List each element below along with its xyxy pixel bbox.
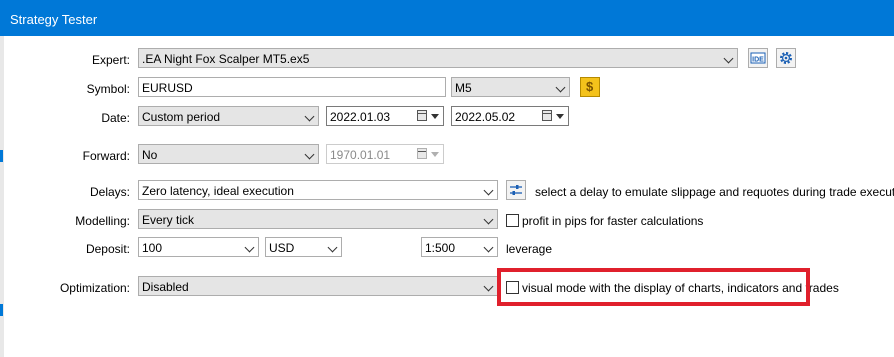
forward-date-value: 1970.01.01: [330, 148, 391, 162]
dropdown-arrow-icon: [431, 152, 439, 157]
dropdown-arrow-icon: [431, 114, 439, 119]
delays-value: Zero latency, ideal execution: [142, 184, 294, 198]
chevron-down-icon: [244, 242, 255, 253]
symbol-value: EURUSD: [142, 81, 193, 95]
delays-select[interactable]: Zero latency, ideal execution: [138, 180, 498, 200]
currency-value: USD: [269, 241, 295, 255]
optimization-value: Disabled: [142, 280, 189, 294]
modelling-select[interactable]: Every tick: [138, 209, 498, 229]
deposit-amount-select[interactable]: 100: [138, 237, 259, 257]
chevron-down-icon: [483, 214, 494, 225]
modelling-label: Modelling:: [75, 214, 130, 228]
sliders-icon: [510, 185, 522, 195]
gear-icon: [780, 52, 792, 64]
calendar-icon: [417, 110, 427, 121]
delay-settings-button[interactable]: [506, 180, 526, 200]
highlight-box: [497, 268, 810, 306]
chevron-down-icon: [483, 185, 494, 196]
date-label: Date:: [101, 111, 130, 125]
pips-checkbox-label[interactable]: profit in pips for faster calculations: [522, 214, 703, 228]
forward-label: Forward:: [82, 149, 130, 163]
title-bar: Strategy Tester: [0, 0, 894, 36]
frame-marker: [0, 304, 3, 316]
calendar-icon: [417, 148, 427, 159]
chevron-down-icon: [304, 149, 315, 160]
leverage-select[interactable]: 1:500: [421, 237, 498, 257]
chevron-down-icon: [304, 111, 315, 122]
timeframe-select[interactable]: M5: [451, 77, 570, 97]
optimization-label: Optimization:: [59, 281, 130, 295]
expert-label: Expert:: [91, 53, 130, 67]
expert-select[interactable]: .EA Night Fox Scalper MT5.ex5: [138, 48, 738, 68]
chevron-down-icon: [483, 281, 494, 292]
window-title: Strategy Tester: [10, 12, 98, 27]
chevron-down-icon: [723, 53, 734, 64]
calendar-icon: [542, 110, 552, 121]
ide-icon: IDE: [750, 52, 766, 64]
ide-button[interactable]: IDE: [748, 48, 768, 68]
date-mode-select[interactable]: Custom period: [138, 106, 319, 126]
chevron-down-icon: [483, 242, 494, 253]
delays-hint: select a delay to emulate slippage and r…: [535, 185, 894, 199]
symbol-input[interactable]: EURUSD: [138, 77, 446, 97]
dollar-icon: $: [586, 79, 594, 94]
modelling-value: Every tick: [142, 213, 195, 227]
forward-select[interactable]: No: [138, 144, 319, 164]
left-frame: [0, 36, 4, 357]
chevron-down-icon: [555, 82, 566, 93]
svg-text:IDE: IDE: [752, 57, 764, 64]
currency-select[interactable]: USD: [265, 237, 342, 257]
leverage-value: 1:500: [425, 241, 456, 255]
date-to-value: 2022.05.02: [455, 110, 516, 124]
date-from-picker[interactable]: 2022.01.03: [326, 106, 444, 126]
pips-checkbox[interactable]: [506, 214, 519, 227]
date-to-picker[interactable]: 2022.05.02: [451, 106, 569, 126]
dropdown-arrow-icon: [556, 114, 564, 119]
expert-settings-button[interactable]: [776, 48, 796, 68]
forward-value: No: [142, 148, 158, 162]
chevron-down-icon: [327, 242, 338, 253]
expert-value: .EA Night Fox Scalper MT5.ex5: [142, 52, 310, 66]
symbol-spec-button[interactable]: $: [580, 77, 600, 97]
timeframe-value: M5: [455, 81, 472, 95]
frame-marker: [0, 150, 3, 162]
leverage-label: leverage: [506, 242, 553, 256]
date-mode-value: Custom period: [142, 110, 221, 124]
date-from-value: 2022.01.03: [330, 110, 391, 124]
delays-label: Delays:: [89, 185, 130, 199]
optimization-select[interactable]: Disabled: [138, 276, 498, 296]
deposit-label: Deposit:: [85, 242, 130, 256]
forward-date-picker: 1970.01.01: [326, 144, 444, 164]
symbol-label: Symbol:: [86, 82, 130, 96]
deposit-amount-value: 100: [142, 241, 163, 255]
